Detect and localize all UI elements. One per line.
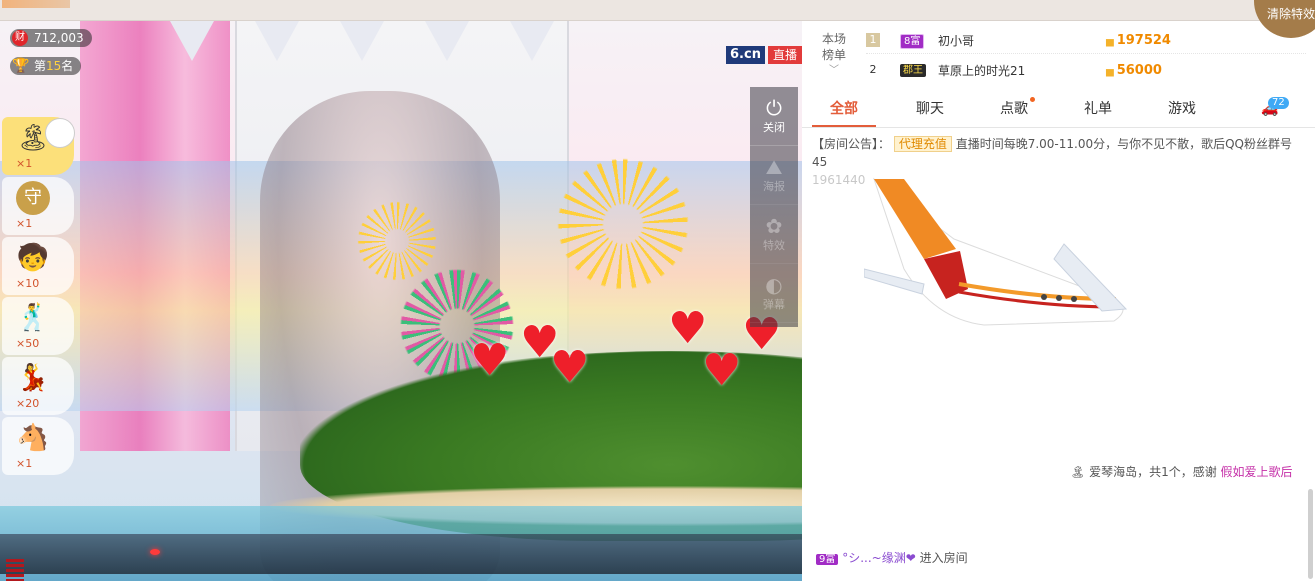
coin-amount: 56000 <box>1106 59 1162 84</box>
gift-count: ×20 <box>16 397 40 410</box>
close-video-button[interactable]: ⏻ 关闭 <box>750 87 798 146</box>
trophy-icon: 🏆 <box>12 58 30 74</box>
coin-amount: 197524 <box>1106 29 1171 54</box>
poster-button[interactable]: ⛰ 海报 <box>750 146 798 205</box>
enter-room-message: 9富 °シ...~缘渊❤ 进入房间 <box>816 549 968 566</box>
landscape-icon: ⛰ <box>765 155 783 179</box>
heart-icon: ♥ <box>550 342 590 393</box>
video-stage[interactable]: ♥ ♥ ♥ ♥ ♥ ♥ ♥ 财 712,003 🏆 第15名 6.cn 直播 🏝… <box>0 21 802 581</box>
thanks-text: 爱琴海岛，共1个，感谢 <box>1089 465 1217 479</box>
car-count-badge: 72 <box>1268 97 1289 109</box>
gift-item[interactable]: 🐴 ×1 <box>2 417 74 475</box>
danmaku-toggle[interactable]: ◐ 弹幕 <box>750 264 798 323</box>
firework-effect <box>548 149 698 299</box>
tab-car[interactable]: 🚗 <box>1230 91 1310 127</box>
ranking-row[interactable]: 2 郡王 草原上的时光21 56000 <box>866 59 1306 83</box>
ranking-title-line: 本场 <box>821 32 846 46</box>
rank-number: 2 <box>869 63 877 76</box>
level-badge: 9富 <box>816 554 839 565</box>
record-indicator <box>150 549 160 555</box>
rank-pill[interactable]: 🏆 第15名 <box>10 57 82 75</box>
ranking-title[interactable]: 本场 榜单 ﹀ <box>816 31 852 79</box>
tab-all[interactable]: 全部 <box>804 91 884 127</box>
rank-suffix: 名 <box>61 59 74 73</box>
tab-chat[interactable]: 聊天 <box>890 91 970 127</box>
heart-icon: ♥ <box>702 345 742 396</box>
level-badge: 8富 <box>900 34 925 49</box>
tool-label: 弹幕 <box>763 298 785 311</box>
level-badge: 郡王 <box>900 64 926 77</box>
gift-item[interactable]: 守 ×1 <box>2 177 74 235</box>
chat-scrollbar[interactable] <box>1308 489 1313 579</box>
ranking-row[interactable]: 1 8富 初小哥 197524 <box>866 29 1306 54</box>
tab-games[interactable]: 游戏 <box>1142 91 1222 127</box>
rank-number: 15 <box>46 59 62 73</box>
airplane-effect <box>864 177 1128 326</box>
user-name[interactable]: 初小哥 <box>938 29 974 53</box>
notification-dot <box>1030 97 1035 102</box>
gift-count: ×10 <box>16 277 40 290</box>
tool-label: 关闭 <box>763 121 785 134</box>
user-name[interactable]: 草原上的时光21 <box>938 59 1025 83</box>
decor-triangle <box>170 21 214 61</box>
gift-count: ×50 <box>16 337 40 350</box>
tool-label: 海报 <box>763 180 785 193</box>
effects-button[interactable]: ✿ 特效 <box>750 205 798 264</box>
site-logo[interactable]: 6.cn <box>726 46 765 64</box>
menu-icon[interactable] <box>6 559 24 581</box>
wealth-value: 712,003 <box>34 31 84 45</box>
island-icon: 🏝 <box>1070 465 1086 479</box>
flower-icon: ✿ <box>765 214 783 238</box>
video-tool-strip: ⏻ 关闭 ⛰ 海报 ✿ 特效 ◐ 弹幕 <box>750 87 798 327</box>
announce-text: 1961440 <box>812 173 866 187</box>
gift-count: ×1 <box>16 457 33 470</box>
top-thumbnail[interactable] <box>2 0 70 8</box>
sender-name[interactable]: 假如爱上歌后 <box>1221 465 1293 479</box>
toggle-icon: ◐ <box>765 273 783 297</box>
chat-log[interactable]: 【房间公告】： 代理充值 直播时间每晚7.00-11.00分，与你不见不散，歌后… <box>802 129 1315 581</box>
wealth-pill[interactable]: 财 712,003 <box>10 29 92 47</box>
decor-triangle <box>510 21 554 61</box>
decor-triangle <box>340 21 384 61</box>
session-ranking: 本场 榜单 ﹀ 1 8富 初小哥 197524 2 郡王 草原上的时光21 56… <box>802 21 1315 92</box>
dancer-icon: 🕺 <box>16 303 50 333</box>
dancer-icon: 💃 <box>16 363 50 393</box>
user-nickname[interactable]: °シ...~缘渊❤ <box>842 551 916 565</box>
live-badge: 直播 <box>768 46 802 64</box>
gift-item[interactable]: 🧒 ×10 <box>2 237 74 295</box>
enter-text: 进入房间 <box>919 551 968 565</box>
gift-count: ×1 <box>16 217 33 230</box>
island-icon: 🏝 <box>16 123 50 153</box>
top-strip <box>0 0 1315 21</box>
gift-thanks-message: 🏝 爱琴海岛，共1个，感谢 假如爱上歌后 <box>1070 463 1293 480</box>
gift-item[interactable]: 🏝 ×1 <box>2 117 74 175</box>
rank-prefix: 第 <box>34 59 47 73</box>
video-control-bar[interactable] <box>0 534 802 574</box>
avatar[interactable] <box>46 119 74 147</box>
tab-label: 点歌 <box>1000 101 1028 117</box>
gift-list: 🏝 ×1 守 ×1 🧒 ×10 🕺 ×50 💃 ×20 🐴 ×1 <box>2 117 74 477</box>
chat-panel: 本场 榜单 ﹀ 1 8富 初小哥 197524 2 郡王 草原上的时光21 56… <box>802 21 1315 581</box>
gift-count: ×1 <box>16 157 33 170</box>
chevron-down-icon: ﹀ <box>829 65 839 76</box>
power-icon: ⏻ <box>766 96 782 120</box>
character-icon: 🧒 <box>16 243 50 273</box>
tab-song-request[interactable]: 点歌 <box>974 91 1054 127</box>
horse-icon: 🐴 <box>16 423 50 453</box>
shield-icon: 守 <box>16 181 50 215</box>
ranking-title-line: 榜单 <box>821 48 846 62</box>
gift-item[interactable]: 🕺 ×50 <box>2 297 74 355</box>
heart-icon: ♥ <box>470 335 510 386</box>
chat-tabs: 全部 聊天 点歌 礼单 游戏 🚗 72 <box>802 91 1315 128</box>
wealth-icon: 财 <box>12 30 28 46</box>
tab-gift-list[interactable]: 礼单 <box>1058 91 1138 127</box>
decor-triangle <box>425 21 469 61</box>
decor-triangle <box>255 21 299 61</box>
gift-item[interactable]: 💃 ×20 <box>2 357 74 415</box>
rank-number: 1 <box>866 33 880 47</box>
tool-label: 特效 <box>763 239 785 252</box>
